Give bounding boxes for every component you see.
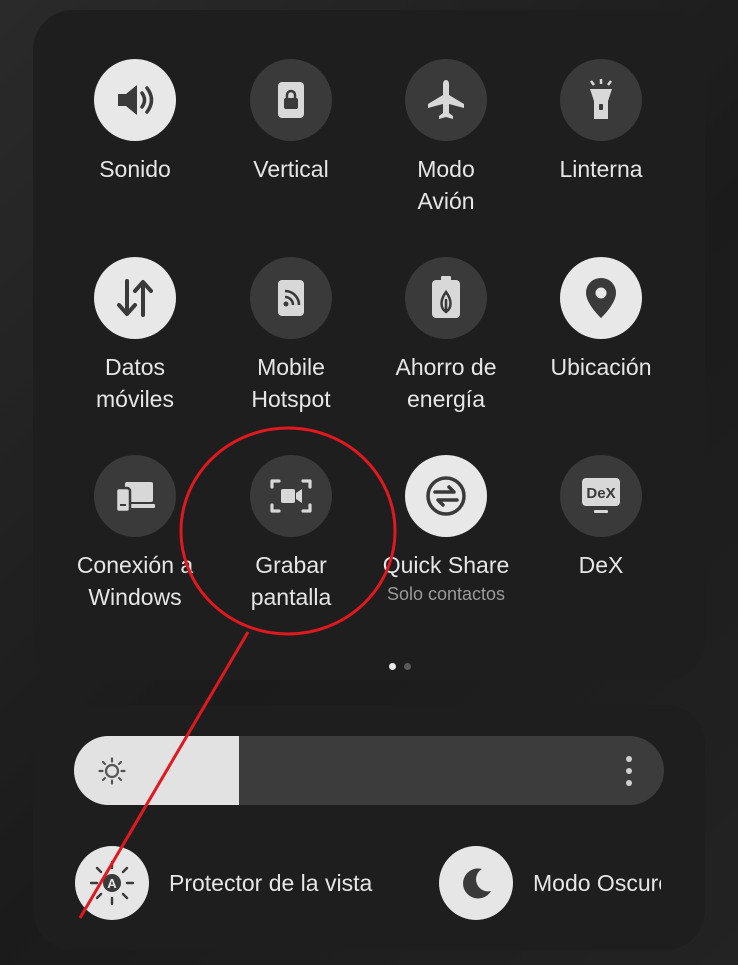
eye-comfort-icon-text: A — [107, 876, 117, 891]
tile-screen-recorder[interactable]: Grabar pantalla — [213, 455, 369, 613]
tile-label: Mobile Hotspot — [251, 354, 331, 412]
dex-icon: DeX — [560, 455, 642, 537]
location-icon — [560, 257, 642, 339]
brightness-panel: A Protector de la vista Modo Oscuro — [33, 705, 705, 950]
lock-rotation-icon — [250, 59, 332, 141]
tile-power-saving[interactable]: Ahorro de energía — [368, 257, 524, 415]
sun-icon — [98, 757, 126, 790]
tile-label: Vertical — [253, 156, 329, 182]
link-to-windows-icon — [94, 455, 176, 537]
tile-link-to-windows[interactable]: Conexión a Windows — [57, 455, 213, 613]
hotspot-icon — [250, 257, 332, 339]
screen-record-icon — [250, 455, 332, 537]
tile-label: DeX — [578, 552, 624, 578]
tile-label: Modo Avión — [417, 156, 475, 214]
tile-label: Ahorro de energía — [395, 354, 497, 412]
quick-share-icon — [405, 455, 487, 537]
sound-icon — [94, 59, 176, 141]
page-indicator — [389, 663, 411, 670]
tile-label: Linterna — [559, 156, 643, 182]
page-dot[interactable] — [404, 663, 411, 670]
tile-sublabel: Solo contactos — [386, 584, 506, 604]
eye-comfort-label: Protector de la vista — [169, 869, 373, 896]
tile-location[interactable]: Ubicación — [523, 257, 679, 383]
tile-vertical[interactable]: Vertical — [213, 59, 369, 185]
tile-label: Datos móviles — [96, 354, 174, 412]
battery-saver-icon — [405, 257, 487, 339]
airplane-icon — [405, 59, 487, 141]
tile-mobile-hotspot[interactable]: Mobile Hotspot — [213, 257, 369, 415]
dex-icon-text: DeX — [586, 485, 615, 502]
tile-sound[interactable]: Sonido — [57, 59, 213, 185]
tile-flashlight[interactable]: Linterna — [523, 59, 679, 185]
toggle-dark-mode[interactable]: Modo Oscuro — [439, 846, 661, 920]
tile-airplane-mode[interactable]: Modo Avión — [368, 59, 524, 217]
tile-dex[interactable]: DeX DeX — [523, 455, 679, 581]
dark-mode-label: Modo Oscuro — [533, 869, 661, 896]
eye-comfort-icon: A — [75, 846, 149, 920]
page-dot-active[interactable] — [389, 663, 396, 670]
toggle-eye-comfort[interactable]: A Protector de la vista — [75, 846, 389, 920]
tile-mobile-data[interactable]: Datos móviles — [57, 257, 213, 415]
tile-quick-share[interactable]: Quick Share Solo contactos — [368, 455, 524, 605]
moon-icon — [439, 846, 513, 920]
mobile-data-icon — [94, 257, 176, 339]
quick-settings-panel: Sonido Vertical Modo Avión Linterna Dato… — [33, 10, 705, 680]
tile-label: Grabar pantalla — [250, 552, 332, 610]
tile-label: Quick Share — [382, 552, 510, 578]
tile-label: Conexión a Windows — [76, 552, 194, 610]
flashlight-icon — [560, 59, 642, 141]
tile-label: Ubicación — [550, 354, 652, 380]
more-vertical-icon[interactable] — [624, 754, 634, 793]
brightness-slider[interactable] — [74, 736, 664, 805]
tile-label: Sonido — [99, 156, 171, 182]
